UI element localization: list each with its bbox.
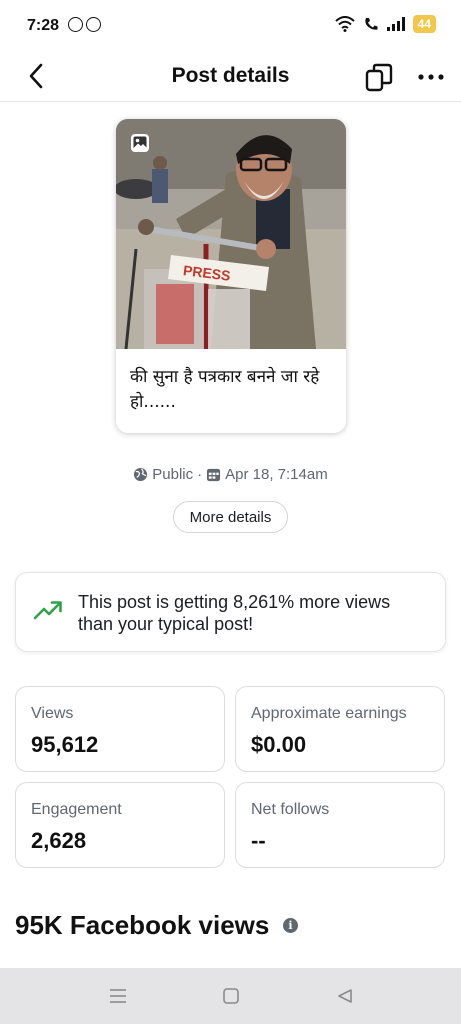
- views-value: 95,612: [31, 732, 99, 757]
- post-caption: की सुना है पत्रकार बनने जा रहे हो......: [130, 367, 320, 412]
- wifi-icon: [334, 16, 355, 32]
- status-bar: 7:28 44: [0, 0, 461, 52]
- views-stat-card[interactable]: Views 95,612: [15, 686, 225, 772]
- globe-icon: [134, 467, 148, 482]
- engagement-value: 2,628: [31, 828, 87, 853]
- notification-icons: [68, 17, 101, 32]
- engagement-stat-card[interactable]: Engagement 2,628: [15, 782, 225, 868]
- copy-icon: [365, 63, 393, 92]
- home-button[interactable]: [216, 982, 246, 1010]
- recent-apps-button[interactable]: [103, 982, 133, 1010]
- copy-button[interactable]: [362, 60, 396, 94]
- views-label: Views: [31, 705, 74, 722]
- meta-separator: ·: [197, 466, 203, 483]
- insight-text: This post is getting 8,261% more views t…: [78, 592, 391, 634]
- image-icon: [131, 134, 149, 152]
- whatsapp-icon: [86, 17, 101, 32]
- more-options-button[interactable]: [414, 60, 448, 94]
- earnings-stat-card[interactable]: Approximate earnings $0.00: [235, 686, 445, 772]
- follows-value: --: [251, 828, 266, 853]
- whatsapp-icon: [68, 17, 83, 32]
- engagement-label: Engagement: [31, 801, 122, 818]
- system-back-button[interactable]: [330, 982, 360, 1010]
- calendar-icon: [207, 468, 221, 482]
- follows-label: Net follows: [251, 801, 330, 818]
- post-meta: Public · Apr 18, 7:14am: [0, 466, 461, 483]
- square-home-icon: [223, 988, 239, 1004]
- post-photo-illustration: PRESS: [116, 119, 346, 349]
- earnings-label: Approximate earnings: [251, 705, 407, 722]
- menu-icon: [110, 989, 126, 1003]
- info-icon[interactable]: i: [283, 918, 298, 933]
- triangle-back-icon: [338, 989, 352, 1003]
- call-icon: [364, 18, 378, 30]
- signal-icon: [386, 17, 405, 31]
- section-title: 95K Facebook views: [15, 910, 270, 940]
- performance-insight: This post is getting 8,261% more views t…: [15, 572, 446, 652]
- status-time: 7:28: [27, 17, 60, 34]
- system-navigation-bar: [0, 968, 461, 1024]
- trending-up-icon: [33, 601, 62, 620]
- earnings-value: $0.00: [251, 732, 307, 757]
- post-preview-card[interactable]: PRESS की सुना है पत्रकार बनने जा रहे हो.…: [116, 119, 346, 433]
- more-details-button[interactable]: More details: [173, 501, 288, 533]
- header: Post details: [0, 52, 461, 102]
- more-horizontal-icon: [418, 74, 444, 80]
- post-date: Apr 18, 7:14am: [225, 466, 328, 483]
- system-status: 44: [334, 15, 436, 33]
- audience-label: Public: [152, 466, 194, 483]
- post-photo: PRESS: [116, 119, 346, 349]
- follows-stat-card[interactable]: Net follows --: [235, 782, 445, 868]
- battery-indicator: 44: [412, 15, 436, 33]
